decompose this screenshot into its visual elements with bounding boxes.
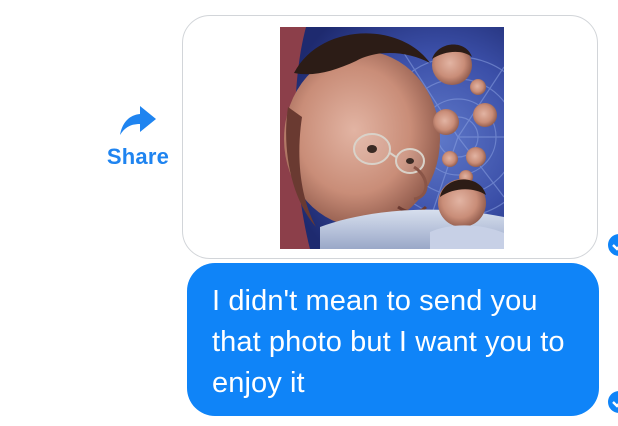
shared-photo[interactable] xyxy=(280,27,504,249)
share-arrow-icon xyxy=(118,104,158,138)
sent-check-icon xyxy=(608,391,618,413)
share-button[interactable]: Share xyxy=(100,104,176,176)
sent-check-icon xyxy=(608,234,618,256)
text-message-bubble[interactable]: I didn't mean to send you that photo but… xyxy=(187,263,599,416)
message-text: I didn't mean to send you that photo but… xyxy=(212,285,565,399)
share-label: Share xyxy=(106,144,170,169)
